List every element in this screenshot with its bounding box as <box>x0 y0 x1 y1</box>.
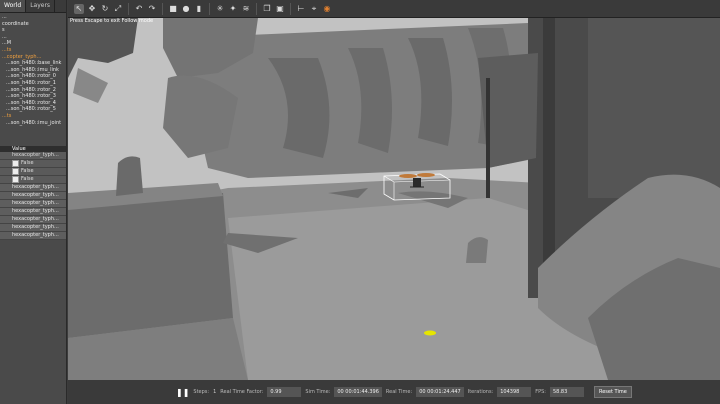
undo-icon[interactable]: ↶ <box>134 4 144 14</box>
real-time-value: 00 00:01:24.447 <box>416 387 464 397</box>
follow-mode-hint: Press Escape to exit Follow mode <box>70 18 154 24</box>
paste-icon[interactable]: ▣ <box>275 4 285 14</box>
tab-layers[interactable]: Layers <box>26 0 56 12</box>
tree-item[interactable]: ...son_h480::base_link <box>0 60 66 67</box>
property-value: False <box>21 176 34 182</box>
sun-icon[interactable]: ✳ <box>215 4 225 14</box>
tree-item[interactable]: ...M <box>0 40 66 47</box>
spot-light-icon[interactable]: ✦ <box>228 4 238 14</box>
list-item[interactable]: hexacopter_typh... <box>0 184 66 192</box>
list-item[interactable]: hexacopter_typh... <box>0 232 66 240</box>
tab-world[interactable]: World <box>0 0 27 12</box>
tree-item[interactable]: ...ts <box>0 47 66 54</box>
align-icon[interactable]: ⊢ <box>296 4 306 14</box>
box-icon[interactable]: ■ <box>168 4 178 14</box>
sim-time-label: Sim Time: <box>305 389 331 395</box>
status-bar: ❚❚ Steps: 1 Real Time Factor: 0.99 Sim T… <box>68 380 720 404</box>
property-row[interactable]: False <box>0 176 66 184</box>
redo-icon[interactable]: ↷ <box>147 4 157 14</box>
left-panel: World Layers ... coordinate s... ...M ...ts.… <box>0 0 67 404</box>
iterations-value: 104398 <box>497 387 532 397</box>
steps-value[interactable]: 1 <box>213 389 216 395</box>
select-icon[interactable]: ↖ <box>74 3 84 14</box>
tree-item[interactable]: ... <box>0 14 66 21</box>
checkbox[interactable] <box>12 160 19 167</box>
property-row[interactable]: False <box>0 160 66 168</box>
property-value: False <box>21 160 34 166</box>
reset-time-button[interactable]: Reset Time <box>593 386 632 398</box>
pause-icon[interactable]: ❚❚ <box>176 388 189 397</box>
world-tree: ... coordinate s... ...M ...ts ...copter_typh… <box>0 14 66 150</box>
rtf-label: Real Time Factor: <box>220 389 264 395</box>
steps-label: Steps: <box>193 389 210 395</box>
goal-marker <box>424 330 436 336</box>
tree-item[interactable]: ...son_h480::rotor_1 <box>0 80 66 87</box>
checkbox[interactable] <box>12 176 19 183</box>
list-item[interactable]: hexacopter_typh... <box>0 208 66 216</box>
list-item[interactable]: hexacopter_typh... <box>0 200 66 208</box>
property-row[interactable]: False <box>0 168 66 176</box>
tree-item[interactable]: ...son_h480::imu_joint <box>0 120 66 127</box>
iterations-label: Iterations: <box>467 389 494 395</box>
fps-value: 58.83 <box>549 387 584 397</box>
tree-item[interactable]: ...son_h480::rotor_4 <box>0 100 66 107</box>
scale-icon[interactable]: ⤢ <box>113 4 123 14</box>
sim-time-value: 00 00:01:44.396 <box>334 387 382 397</box>
copy-icon[interactable]: ❐ <box>262 4 272 14</box>
tree-item[interactable]: ...son_h480::imu_link <box>0 67 66 74</box>
tree-item[interactable]: s <box>0 27 66 34</box>
property-value: hexacopter_typh... <box>12 152 59 158</box>
real-time-label: Real Time: <box>385 389 413 395</box>
tree-item[interactable]: ...ts <box>0 113 66 120</box>
screenshot-icon[interactable]: ◉ <box>322 4 332 14</box>
property-value: False <box>21 168 34 174</box>
link-list: hexacopter_typh... hexacopter_typh... hexa… <box>0 184 66 240</box>
property-panel: Value hexacopter_typh... False False Fal… <box>0 146 66 240</box>
tree-item[interactable]: ...son_h480::rotor_2 <box>0 87 66 94</box>
cylinder-icon[interactable]: ▮ <box>194 4 204 14</box>
panel-tabs: World Layers <box>0 0 66 13</box>
list-item[interactable]: hexacopter_typh... <box>0 192 66 200</box>
translate-icon[interactable]: ✥ <box>87 4 97 14</box>
tree-item[interactable]: coordinate <box>0 21 66 28</box>
tree-item[interactable]: ...son_h480::rotor_5 <box>0 106 66 113</box>
property-row[interactable]: hexacopter_typh... <box>0 152 66 160</box>
toolbar: ↖ ✥ ↻ ⤢ ↶ ↷ ■ ● ▮ ✳ ✦ ≋ ❐ ▣ ⊢ ⌖ ◉ <box>68 0 720 18</box>
directional-light-icon[interactable]: ≋ <box>241 4 251 14</box>
checkbox[interactable] <box>12 168 19 175</box>
fps-label: FPS: <box>535 389 546 395</box>
tree-item[interactable]: ... <box>0 34 66 41</box>
tree-item[interactable]: ...son_h480::rotor_3 <box>0 93 66 100</box>
rotate-icon[interactable]: ↻ <box>100 4 110 14</box>
list-item[interactable]: hexacopter_typh... <box>0 224 66 232</box>
3d-viewport[interactable]: Press Escape to exit Follow mode <box>68 18 720 380</box>
tree-item[interactable]: ...copter_typh... <box>0 54 66 61</box>
scene-render <box>68 18 720 380</box>
list-item[interactable]: hexacopter_typh... <box>0 216 66 224</box>
tree-item[interactable]: ...son_h480::rotor_0 <box>0 73 66 80</box>
sphere-icon[interactable]: ● <box>181 4 191 14</box>
snap-icon[interactable]: ⌖ <box>309 4 319 14</box>
rtf-value: 0.99 <box>267 387 302 397</box>
